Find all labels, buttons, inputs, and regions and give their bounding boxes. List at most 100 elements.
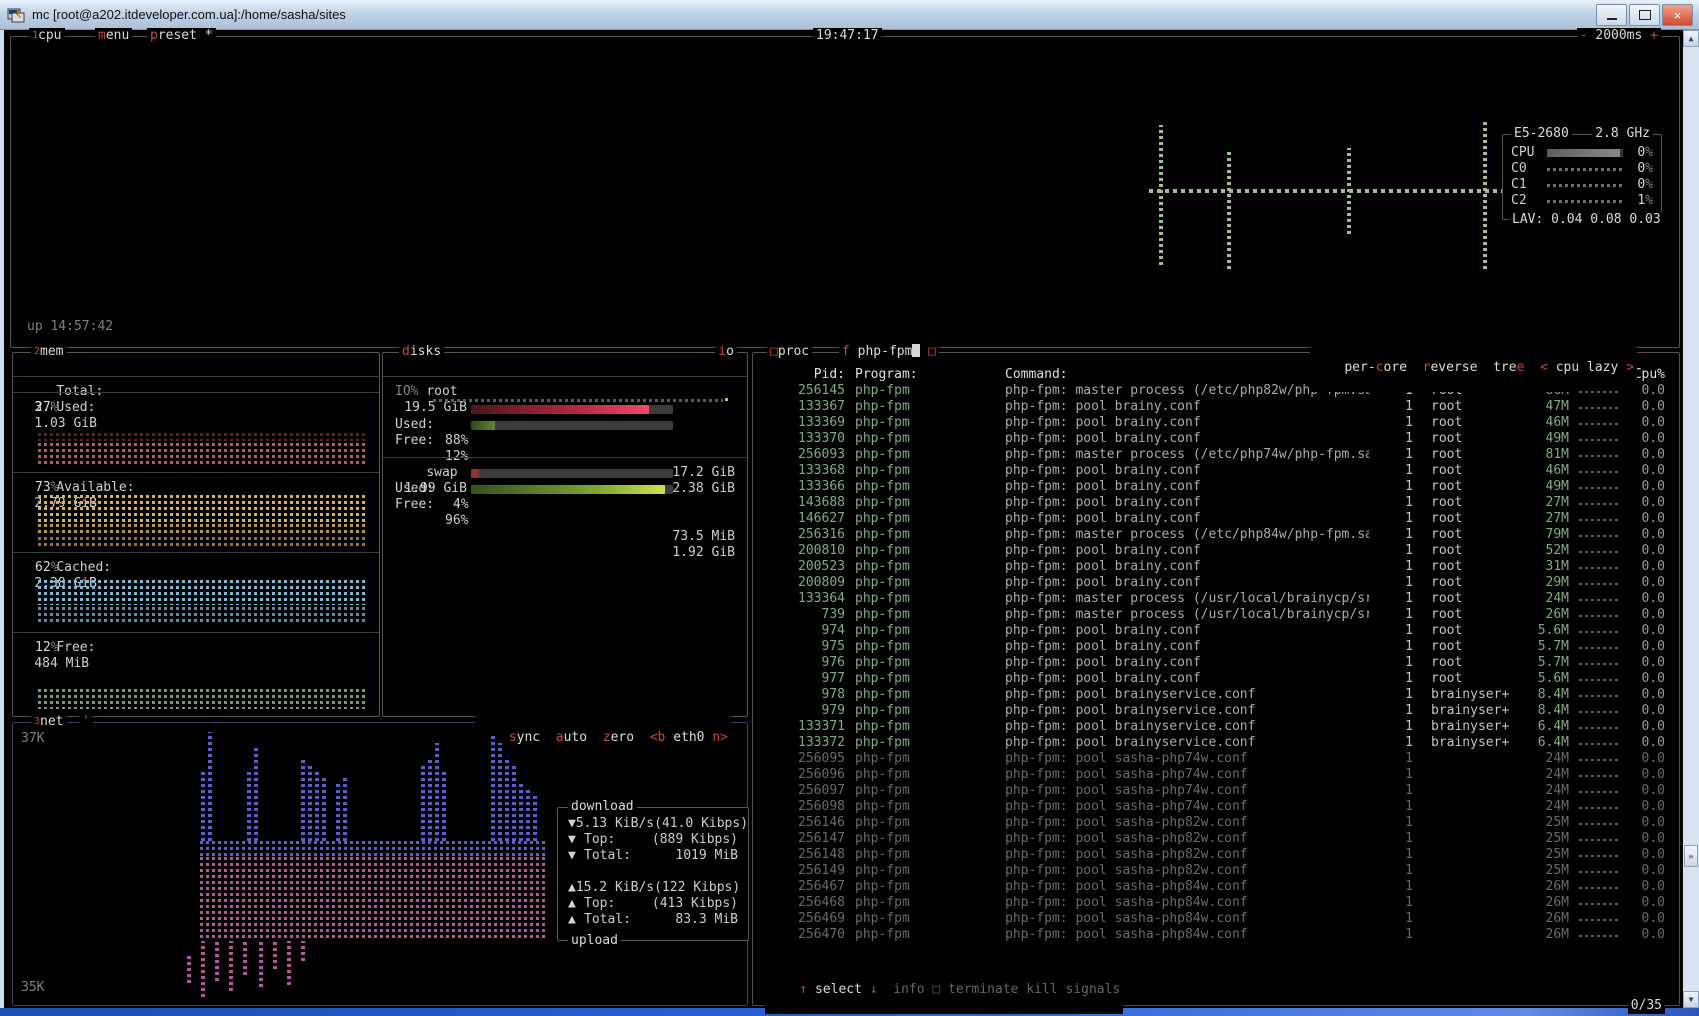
iface-switcher[interactable]: <b eth0 n> bbox=[650, 730, 728, 745]
cpu-total-row: CPU 0% bbox=[1503, 145, 1661, 161]
auto-button[interactable]: auto bbox=[556, 730, 587, 745]
proc-row[interactable]: 143688php-fpmphp-fpm: pool brainy.conf1r… bbox=[753, 495, 1679, 511]
proc-row[interactable]: 256147php-fpmphp-fpm: pool sasha-php82w.… bbox=[753, 831, 1679, 847]
window-titlebar[interactable]: mc [root@a202.itdeveloper.com.ua]:/home/… bbox=[0, 0, 1699, 30]
menu-button[interactable]: menu bbox=[95, 28, 132, 44]
mem-used-graph bbox=[35, 433, 365, 441]
down-arrow-icon: ▼ bbox=[568, 816, 576, 832]
disks-tab[interactable]: disks bbox=[399, 344, 444, 360]
proc-row[interactable]: 256093php-fpmphp-fpm: master process (/e… bbox=[753, 447, 1679, 463]
proc-row[interactable]: 979php-fpmphp-fpm: pool brainyservice.co… bbox=[753, 703, 1679, 719]
proc-tab[interactable]: □proc bbox=[767, 344, 812, 360]
proc-row[interactable]: 133371php-fpmphp-fpm: pool brainyservice… bbox=[753, 719, 1679, 735]
zero-button[interactable]: zero bbox=[603, 730, 634, 745]
up-arrow-icon: ▲ bbox=[568, 912, 584, 928]
proc-row[interactable]: 256097php-fpmphp-fpm: pool sasha-php74w.… bbox=[753, 783, 1679, 799]
per-core-toggle[interactable]: per-core bbox=[1344, 360, 1407, 375]
proc-row[interactable]: 200810php-fpmphp-fpm: pool brainy.conf1r… bbox=[753, 543, 1679, 559]
proc-row[interactable]: 256146php-fpmphp-fpm: pool sasha-php82w.… bbox=[753, 815, 1679, 831]
net-tab[interactable]: 3net bbox=[31, 714, 67, 730]
proc-row[interactable]: 133369php-fpmphp-fpm: pool brainy.conf1r… bbox=[753, 415, 1679, 431]
maximize-button[interactable] bbox=[1629, 4, 1660, 26]
down-arrow-icon: ▼ bbox=[568, 832, 584, 848]
proc-filter[interactable]: f php-fpm □ bbox=[839, 344, 939, 360]
download-speed-row: ▼5.13 KiB/s(41.0 Kibps) bbox=[558, 816, 748, 832]
proc-row[interactable]: 256469php-fpmphp-fpm: pool sasha-php84w.… bbox=[753, 911, 1679, 927]
terminate-button[interactable]: terminate bbox=[948, 982, 1018, 997]
mem-free-row: Free: 484 MiB bbox=[13, 624, 379, 640]
cursor bbox=[912, 344, 920, 357]
proc-row[interactable]: 256467php-fpmphp-fpm: pool sasha-php84w.… bbox=[753, 879, 1679, 895]
sync-button[interactable]: sync bbox=[509, 730, 540, 745]
proc-row[interactable]: 256316php-fpmphp-fpm: master process (/e… bbox=[753, 527, 1679, 543]
scroll-down-icon[interactable]: ▼ bbox=[1683, 991, 1699, 1008]
scrollbar-thumb[interactable]: ≡ bbox=[1684, 845, 1698, 867]
mem-available-pct: 73% bbox=[35, 480, 379, 496]
mem-free-graph bbox=[35, 689, 365, 709]
mem-free-pct: 12% bbox=[35, 640, 379, 656]
proc-row[interactable]: 978php-fpmphp-fpm: pool brainyservice.co… bbox=[753, 687, 1679, 703]
proc-row[interactable]: 200809php-fpmphp-fpm: pool brainy.conf1r… bbox=[753, 575, 1679, 591]
mem-used-graph bbox=[35, 443, 365, 465]
mem-cached-pct: 62% bbox=[35, 560, 379, 576]
proc-row[interactable]: 256098php-fpmphp-fpm: pool sasha-php74w.… bbox=[753, 799, 1679, 815]
proc-row[interactable]: 974php-fpmphp-fpm: pool brainy.conf1root… bbox=[753, 623, 1679, 639]
proc-row[interactable]: 977php-fpmphp-fpm: pool brainy.conf1root… bbox=[753, 671, 1679, 687]
net-scale-bottom: 35K bbox=[21, 980, 44, 995]
interval-plus-button[interactable]: + bbox=[1650, 28, 1658, 43]
proc-row[interactable]: 256468php-fpmphp-fpm: pool sasha-php84w.… bbox=[753, 895, 1679, 911]
cpu-freq: 2.8 GHz bbox=[1592, 126, 1653, 142]
disk-root-used-row: Used: 88% 17.2 GiB bbox=[383, 401, 747, 417]
proc-row[interactable]: 133370php-fpmphp-fpm: pool brainy.conf1r… bbox=[753, 431, 1679, 447]
proc-row[interactable]: 146627php-fpmphp-fpm: pool brainy.conf1r… bbox=[753, 511, 1679, 527]
net-controls: sync auto zero <b eth0 n> bbox=[475, 714, 732, 762]
select-down-icon[interactable]: ↓ bbox=[870, 982, 878, 997]
reverse-toggle[interactable]: reverse bbox=[1423, 360, 1478, 375]
proc-row[interactable]: 256096php-fpmphp-fpm: pool sasha-php74w.… bbox=[753, 767, 1679, 783]
proc-row[interactable]: 256148php-fpmphp-fpm: pool sasha-php82w.… bbox=[753, 847, 1679, 863]
cpu-core-row: C0 0% bbox=[1503, 161, 1661, 177]
proc-row[interactable]: 739php-fpmphp-fpm: master process (/usr/… bbox=[753, 607, 1679, 623]
proc-row[interactable]: 976php-fpmphp-fpm: pool brainy.conf1root… bbox=[753, 655, 1679, 671]
up-arrow-icon: ▲ bbox=[568, 880, 576, 896]
proc-row[interactable]: 975php-fpmphp-fpm: pool brainy.conf1root… bbox=[753, 639, 1679, 655]
mem-available-graph bbox=[35, 524, 365, 536]
io-tab[interactable]: io bbox=[715, 344, 737, 360]
tree-toggle[interactable]: tree bbox=[1493, 360, 1524, 375]
proc-row[interactable]: 133372php-fpmphp-fpm: pool brainyservice… bbox=[753, 735, 1679, 751]
preset-button[interactable]: preset * bbox=[147, 28, 216, 44]
proc-panel: □proc f php-fpm □ per-core reverse tree … bbox=[752, 352, 1680, 1006]
minimize-button[interactable] bbox=[1596, 4, 1627, 26]
disks-panel: disks io root 19.5 GiB IO% Used: 88% 17.… bbox=[382, 352, 748, 717]
proc-row[interactable]: 133367php-fpmphp-fpm: pool brainy.conf1r… bbox=[753, 399, 1679, 415]
cpu-tab[interactable]: 1cpu bbox=[29, 28, 65, 44]
mem-available-row: Available: 2.79 GiB bbox=[13, 464, 379, 480]
kill-button[interactable]: kill bbox=[1026, 982, 1057, 997]
info-button[interactable]: info bbox=[893, 982, 924, 997]
mem-tab[interactable]: 2mem bbox=[31, 344, 67, 360]
proc-row[interactable]: 256470php-fpmphp-fpm: pool sasha-php84w.… bbox=[753, 927, 1679, 943]
select-button[interactable]: select bbox=[815, 982, 862, 997]
uptime: up 14:57:42 bbox=[27, 319, 113, 335]
mem-cached-graph bbox=[35, 580, 365, 605]
cpu-core-row: C1 0% bbox=[1503, 177, 1661, 193]
cpu-model: E5-2680 bbox=[1511, 126, 1572, 142]
proc-row[interactable]: 133366php-fpmphp-fpm: pool brainy.conf1r… bbox=[753, 479, 1679, 495]
interval-minus-button[interactable]: - bbox=[1580, 28, 1588, 43]
disk-swap-used-row: Used: 4% 73.5 MiB bbox=[383, 465, 747, 481]
close-button[interactable]: × bbox=[1662, 4, 1693, 26]
net-scale-top: 37K bbox=[21, 731, 44, 746]
scroll-up-icon[interactable]: ▲ bbox=[1683, 30, 1699, 47]
proc-row[interactable]: 256095php-fpmphp-fpm: pool sasha-php74w.… bbox=[753, 751, 1679, 767]
mem-available-graph bbox=[35, 495, 365, 522]
proc-row[interactable]: 133364php-fpmphp-fpm: master process (/u… bbox=[753, 591, 1679, 607]
mem-total-row: Total: 3.83 GiB bbox=[13, 368, 379, 384]
net-zoom-mark[interactable]: ' bbox=[79, 714, 93, 730]
proc-row[interactable]: 200523php-fpmphp-fpm: pool brainy.conf1r… bbox=[753, 559, 1679, 575]
select-up-icon[interactable]: ↑ bbox=[799, 982, 807, 997]
proc-row[interactable]: 256149php-fpmphp-fpm: pool sasha-php82w.… bbox=[753, 863, 1679, 879]
proc-row[interactable]: 133368php-fpmphp-fpm: pool brainy.conf1r… bbox=[753, 463, 1679, 479]
filter-clear-button[interactable]: □ bbox=[928, 344, 936, 359]
interval-control: - 2000ms + bbox=[1577, 28, 1661, 44]
signals-button[interactable]: signals bbox=[1065, 982, 1120, 997]
